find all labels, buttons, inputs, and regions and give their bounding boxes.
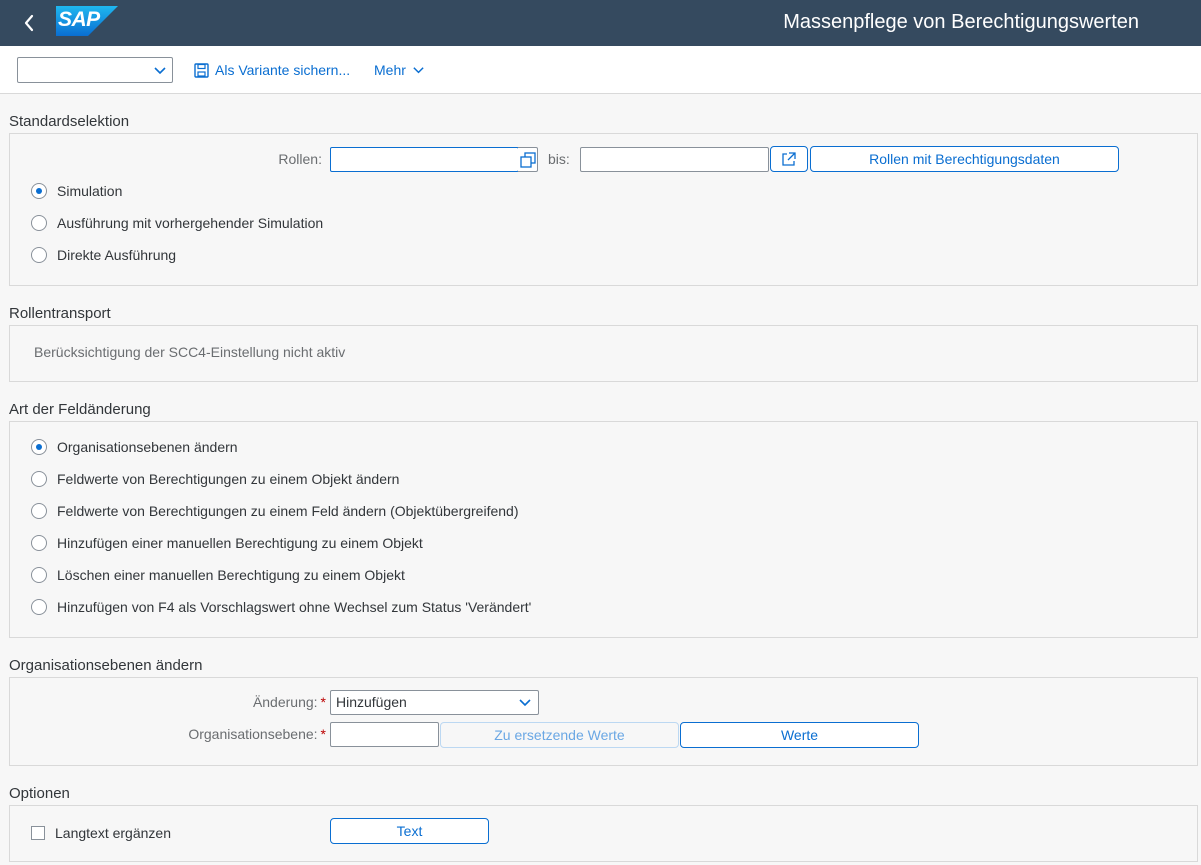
radio-label: Feldwerte von Berechtigungen zu einem Ob… — [57, 471, 400, 487]
radio-indicator — [31, 503, 47, 519]
values-to-replace-button[interactable]: Zu ersetzende Werte — [440, 722, 679, 748]
radio-label: Ausführung mit vorhergehender Simulation — [57, 215, 324, 231]
roles-to-input[interactable] — [580, 147, 769, 172]
standard-selection-panel: Rollen: bis: Rollen mit Berechtigungsdat… — [9, 133, 1198, 286]
section-title-field-change-type: Art der Feldänderung — [9, 401, 151, 418]
radio-indicator — [31, 535, 47, 551]
radio-change-field-values-object[interactable]: Feldwerte von Berechtigungen zu einem Ob… — [31, 470, 399, 488]
section-title-standard-selection: Standardselektion — [9, 113, 130, 130]
values-button[interactable]: Werte — [680, 722, 919, 748]
radio-delete-manual-authorization[interactable]: Löschen einer manuellen Berechtigung zu … — [31, 566, 405, 584]
multiple-selection-button[interactable] — [770, 146, 808, 172]
org-levels-panel: Änderung: * Hinzufügen Organisationsebene… — [9, 677, 1198, 766]
change-select-value: Hinzufügen — [336, 694, 407, 710]
more-menu-button[interactable]: Mehr — [374, 60, 425, 80]
radio-direct-execution[interactable]: Direkte Ausführung — [31, 246, 176, 264]
text-button[interactable]: Text — [330, 818, 489, 844]
page-title: Massenpflege von Berechtigungswerten — [783, 11, 1139, 33]
radio-label: Feldwerte von Berechtigungen zu einem Fe… — [57, 503, 519, 519]
field-change-type-panel: Organisationsebenen ändern Feldwerte von… — [9, 421, 1198, 638]
radio-indicator — [31, 599, 47, 615]
radio-simulation[interactable]: Simulation — [31, 182, 122, 200]
section-title-role-transport: Rollentransport — [9, 305, 111, 322]
section-title-org-levels: Organisationsebenen ändern — [9, 657, 203, 674]
radio-label: Hinzufügen von F4 als Vorschlagswert ohn… — [57, 599, 532, 615]
radio-indicator — [31, 439, 47, 455]
roles-to-label: bis: — [548, 151, 570, 167]
roles-with-auth-data-button[interactable]: Rollen mit Berechtigungsdaten — [810, 146, 1119, 172]
radio-indicator — [31, 567, 47, 583]
save-as-variant-button[interactable]: Als Variante sichern... — [194, 60, 350, 80]
radio-label: Direkte Ausführung — [57, 247, 177, 263]
chevron-down-icon — [519, 699, 531, 707]
role-transport-panel: Berücksichtigung der SCC4-Einstellung ni… — [9, 325, 1198, 382]
radio-label: Löschen einer manuellen Berechtigung zu … — [57, 567, 405, 583]
shell-bar: SAP Massenpflege von Berechtigungswerten — [0, 0, 1201, 46]
sap-logo-text: SAP — [58, 8, 100, 31]
variant-select[interactable] — [17, 57, 173, 83]
scc4-info-text: Berücksichtigung der SCC4-Einstellung ni… — [34, 344, 346, 360]
roles-from-input[interactable] — [330, 147, 519, 172]
options-panel: Langtext ergänzen Text — [9, 805, 1198, 862]
radio-indicator — [31, 215, 47, 231]
chevron-down-icon — [413, 66, 424, 73]
radio-add-manual-authorization[interactable]: Hinzufügen einer manuellen Berechtigung … — [31, 534, 423, 552]
chevron-left-icon — [24, 14, 34, 32]
radio-indicator — [31, 183, 47, 199]
radio-change-field-values-field[interactable]: Feldwerte von Berechtigungen zu einem Fe… — [31, 502, 519, 520]
radio-label: Organisationsebenen ändern — [57, 439, 238, 455]
longtext-checkbox[interactable]: Langtext ergänzen — [31, 824, 171, 842]
change-select[interactable]: Hinzufügen — [330, 690, 539, 715]
back-button[interactable] — [14, 8, 44, 38]
roles-label: Rollen: — [278, 151, 322, 167]
org-level-label-wrapper: Organisationsebene: * — [160, 722, 326, 746]
save-icon — [194, 62, 209, 78]
toolbar: Als Variante sichern... Mehr — [0, 46, 1201, 94]
required-marker: * — [320, 726, 326, 742]
longtext-label: Langtext ergänzen — [55, 825, 171, 841]
radio-indicator — [31, 247, 47, 263]
roles-value-help-button[interactable] — [518, 147, 538, 172]
change-label: Änderung: — [252, 694, 318, 710]
copy-icon — [519, 151, 536, 168]
section-title-options: Optionen — [9, 785, 70, 802]
change-label-wrapper: Änderung: * — [160, 690, 326, 714]
chevron-down-icon — [154, 67, 166, 75]
checkbox-indicator — [31, 826, 45, 840]
required-marker: * — [320, 694, 326, 710]
radio-change-org-levels[interactable]: Organisationsebenen ändern — [31, 438, 238, 456]
radio-label: Hinzufügen einer manuellen Berechtigung … — [57, 535, 423, 551]
radio-indicator — [31, 471, 47, 487]
more-label: Mehr — [374, 62, 406, 78]
radio-execution-with-simulation[interactable]: Ausführung mit vorhergehender Simulation — [31, 214, 323, 232]
org-level-input[interactable] — [330, 722, 439, 747]
radio-label: Simulation — [57, 183, 123, 199]
external-link-icon — [782, 152, 796, 166]
save-as-variant-label: Als Variante sichern... — [215, 62, 351, 78]
radio-add-f4-default[interactable]: Hinzufügen von F4 als Vorschlagswert ohn… — [31, 598, 531, 616]
org-level-label: Organisationsebene: — [188, 726, 318, 742]
